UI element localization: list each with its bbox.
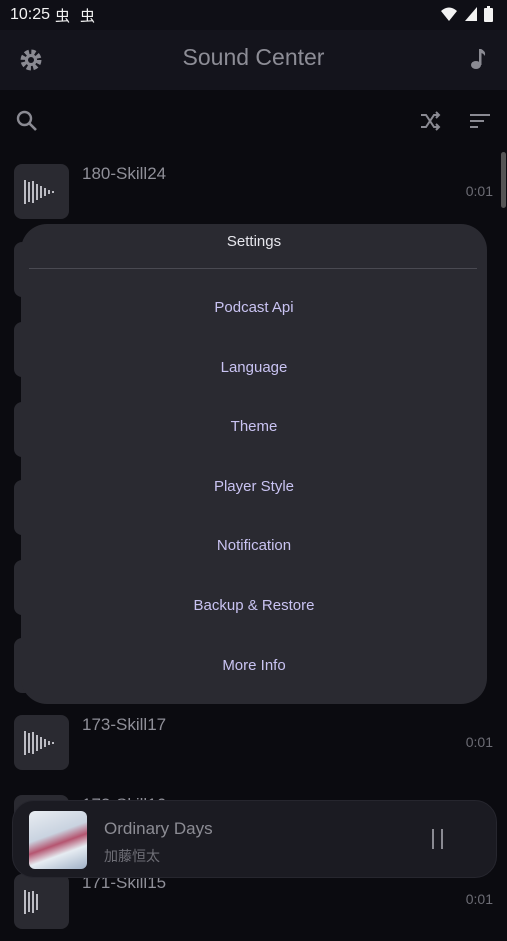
- search-icon[interactable]: [16, 110, 38, 132]
- track-thumbnail: [14, 164, 69, 219]
- status-bar: 10:25 虫 虫: [0, 0, 507, 30]
- app-bar: Sound Center: [0, 30, 507, 90]
- notification-bug-icon: 虫: [80, 8, 96, 25]
- wifi-icon: [441, 7, 457, 21]
- waveform-icon: [24, 731, 54, 755]
- signal-icon: [465, 7, 477, 21]
- track-duration: 0:01: [465, 183, 493, 199]
- track-title: 180-Skill24: [82, 164, 167, 183]
- album-cover: [29, 811, 87, 869]
- menu-item-backup-restore[interactable]: Backup & Restore: [21, 591, 487, 621]
- waveform-icon: [24, 180, 54, 204]
- player-track-title: Ordinary Days: [104, 819, 213, 838]
- track-duration: 0:01: [465, 734, 493, 750]
- track-row[interactable]: 173-Skill17 0:01: [0, 703, 507, 782]
- status-icons: [440, 6, 493, 22]
- waveform-icon: [24, 890, 38, 914]
- menu-item-theme[interactable]: Theme: [21, 412, 487, 442]
- track-row[interactable]: 180-Skill24 0:01: [0, 152, 507, 231]
- menu-item-notification[interactable]: Notification: [21, 531, 487, 561]
- list-scrollbar[interactable]: [501, 152, 506, 208]
- dialog-divider: [29, 268, 477, 269]
- battery-icon: [484, 6, 493, 22]
- track-duration: 0:01: [465, 891, 493, 907]
- track-thumbnail: [14, 715, 69, 770]
- menu-item-language[interactable]: Language: [21, 353, 487, 383]
- shuffle-icon[interactable]: [419, 110, 441, 132]
- menu-item-podcast-api[interactable]: Podcast Api: [21, 293, 487, 323]
- status-time: 10:25: [10, 6, 51, 23]
- menu-item-player-style[interactable]: Player Style: [21, 472, 487, 502]
- track-title: 173-Skill17: [82, 715, 167, 734]
- player-artist: 加藤恒太: [104, 848, 160, 864]
- track-thumbnail: [14, 874, 69, 929]
- sort-icon[interactable]: [469, 110, 491, 132]
- notification-bug-icon: 虫: [55, 8, 71, 25]
- settings-dialog: Settings Podcast Api Language Theme Play…: [21, 224, 487, 704]
- app-title: Sound Center: [182, 44, 325, 70]
- music-note-icon[interactable]: [469, 47, 487, 71]
- pause-icon[interactable]: [430, 828, 446, 850]
- dialog-title: Settings: [226, 233, 282, 250]
- mini-player[interactable]: Ordinary Days 加藤恒太: [12, 800, 497, 878]
- menu-item-more-info[interactable]: More Info: [21, 651, 487, 681]
